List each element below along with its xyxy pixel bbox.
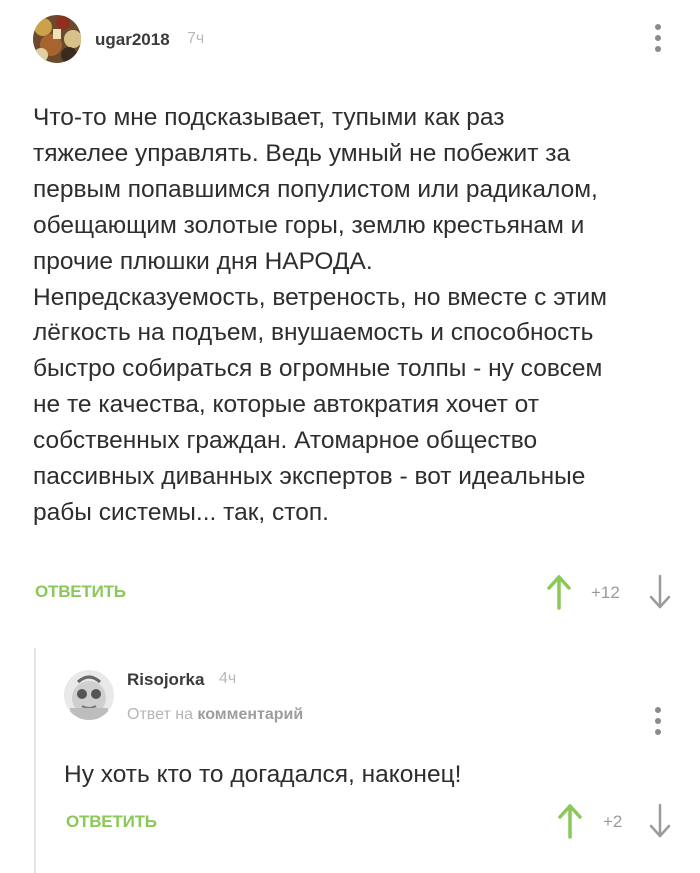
- comment-text: Что-то мне подсказывает, тупыми как раз …: [33, 104, 607, 526]
- rating: +12: [591, 583, 620, 602]
- username[interactable]: ugar2018: [95, 30, 170, 50]
- comment-text: Ну хоть кто то догадался, наконец!: [64, 761, 462, 788]
- avatar[interactable]: [64, 670, 114, 720]
- thread-line: [34, 648, 36, 873]
- more-vertical-icon[interactable]: [652, 22, 664, 54]
- more-vertical-icon[interactable]: [652, 705, 664, 737]
- comment-thread: ugar2018 7ч Что-то мне подсказывает, туп…: [0, 0, 700, 873]
- timestamp: 4ч: [219, 670, 237, 687]
- arrow-down-icon[interactable]: [647, 803, 673, 839]
- arrow-down-icon[interactable]: [647, 574, 673, 610]
- reply-to-prefix: Ответ на: [127, 706, 193, 723]
- timestamp: 7ч: [187, 30, 205, 47]
- reply-button[interactable]: ОТВЕТИТЬ: [66, 812, 157, 832]
- avatar[interactable]: [33, 15, 81, 63]
- rating: +2: [603, 812, 623, 831]
- username[interactable]: Risojorka: [127, 670, 204, 690]
- reply-to-line: Ответ на комментарий: [127, 706, 303, 724]
- arrow-up-icon[interactable]: [546, 574, 572, 610]
- arrow-up-icon[interactable]: [557, 803, 583, 839]
- reply-to-link[interactable]: комментарий: [197, 706, 303, 723]
- reply-button[interactable]: ОТВЕТИТЬ: [35, 582, 126, 602]
